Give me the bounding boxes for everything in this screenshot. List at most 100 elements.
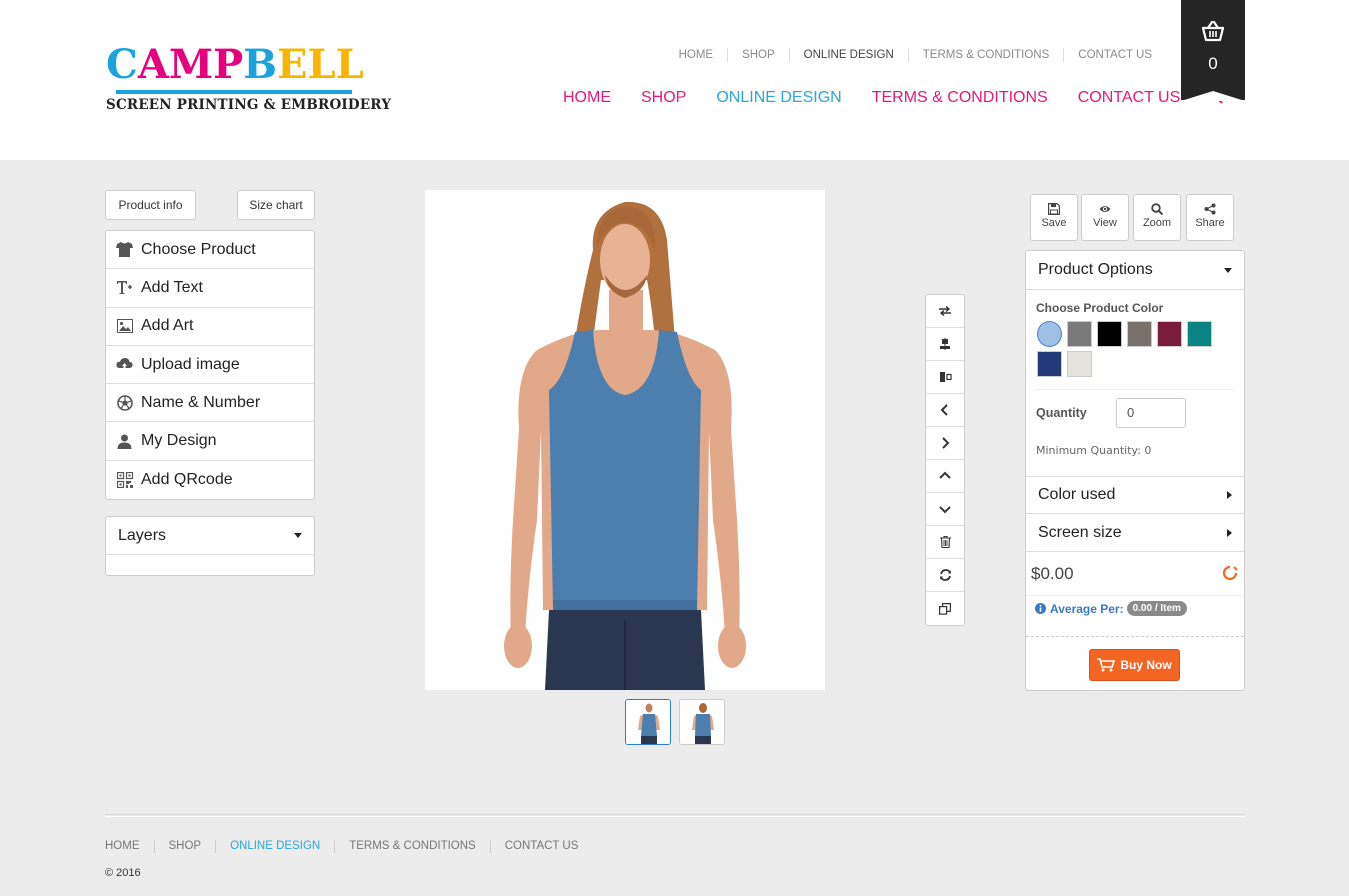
menu-add-qrcode[interactable]: Add QRcode [106,461,314,499]
price-total: $0.00 [1031,564,1074,583]
quantity-input[interactable]: 0 [1116,398,1186,428]
logo-tagline: SCREEN PRINTING & EMBROIDERY [106,97,392,113]
product-model-image [504,201,746,690]
layers-header[interactable]: Layers [106,517,314,555]
menu-add-text[interactable]: Add Text [106,269,314,308]
caret-right-icon [1227,528,1232,537]
color-used-row[interactable]: Color used [1026,476,1244,514]
share-button[interactable]: Share [1186,194,1234,241]
menu-choose-product[interactable]: Choose Product [106,231,314,270]
save-icon [1048,203,1060,215]
swatch-color-4[interactable] [1127,321,1152,347]
divider [1026,595,1244,596]
tshirt-icon [116,241,133,258]
cloud-upload-icon [116,356,133,373]
quantity-label: Quantity [1036,406,1087,420]
swatch-color-8[interactable] [1067,351,1092,377]
color-swatches [1037,321,1227,377]
image-icon [116,318,133,335]
zoom-icon [1151,203,1163,215]
menu-add-art[interactable]: Add Art [106,308,314,346]
menu-name-number[interactable]: Name & Number [106,384,314,423]
chevron-left-icon[interactable] [926,394,964,427]
caret-down-icon [1224,267,1232,273]
campbell-logo[interactable]: CAMPBELL SCREEN PRINTING & EMBROIDERY [106,42,391,117]
flip-icon[interactable] [926,295,964,328]
screen-size-row[interactable]: Screen size [1026,514,1244,552]
mainnav-terms[interactable]: TERMS & CONDITIONS [872,88,1048,108]
logo-wordmark: CAMPBELL [106,41,364,88]
dashed-divider [1026,636,1244,637]
footer-home[interactable]: HOME [105,840,155,853]
cart-icon [1097,658,1116,672]
zoom-button[interactable]: Zoom [1133,194,1181,241]
footer-online-design[interactable]: ONLINE DESIGN [216,840,336,853]
loading-spinner-icon [1222,565,1238,581]
size-chart-button[interactable]: Size chart [237,190,315,220]
caret-right-icon [1227,491,1232,499]
refresh-icon[interactable] [926,559,964,592]
main-nav: HOME SHOP ONLINE DESIGN TERMS & CONDITIO… [563,88,1224,108]
topnav-contact[interactable]: CONTACT US [1064,48,1152,62]
swatch-color-1[interactable] [1037,321,1062,347]
back-view-thumbnail [680,700,724,744]
logo-underline [116,90,352,94]
swatch-color-6[interactable] [1187,321,1212,347]
copyright: © 2016 [105,867,141,879]
product-info-button[interactable]: Product info [105,190,196,220]
share-icon [1204,203,1216,215]
divider [1036,389,1234,390]
chevron-up-icon[interactable] [926,460,964,493]
swatch-color-2[interactable] [1067,321,1092,347]
align-middle-icon[interactable] [926,361,964,394]
design-canvas[interactable] [425,190,825,690]
save-button[interactable]: Save [1030,194,1078,241]
topnav-home[interactable]: HOME [665,48,729,62]
layers-panel: Layers [105,516,315,576]
chevron-down-icon[interactable] [926,493,964,526]
align-center-icon[interactable] [926,328,964,361]
product-options-header[interactable]: Product Options [1026,251,1244,290]
mainnav-online-design[interactable]: ONLINE DESIGN [716,88,841,108]
topnav-terms[interactable]: TERMS & CONDITIONS [909,48,1065,62]
footer-shop[interactable]: SHOP [155,840,217,853]
footer-contact[interactable]: CONTACT US [491,840,593,853]
mainnav-contact[interactable]: CONTACT US [1078,88,1181,108]
footer-divider [105,814,1245,817]
cart-button[interactable]: 0 [1181,0,1245,101]
trash-icon[interactable] [926,526,964,559]
text-icon [116,279,133,296]
topnav-online-design[interactable]: ONLINE DESIGN [790,48,909,62]
mainnav-home[interactable]: HOME [563,88,611,108]
view-button[interactable]: View [1081,194,1129,241]
top-utility-nav: HOME SHOP ONLINE DESIGN TERMS & CONDITIO… [665,48,1152,62]
site-header: CAMPBELL SCREEN PRINTING & EMBROIDERY HO… [0,0,1349,160]
ball-icon [116,394,133,411]
swatch-color-7[interactable] [1037,351,1062,377]
footer-nav: HOME SHOP ONLINE DESIGN TERMS & CONDITIO… [105,840,592,853]
average-value-badge: 0.00 / Item [1126,601,1187,616]
front-view-thumbnail [626,700,670,744]
basket-icon [1201,20,1225,42]
thumbnail-front[interactable] [625,699,671,745]
mainnav-shop[interactable]: SHOP [641,88,686,108]
menu-my-design[interactable]: My Design [106,422,314,461]
chevron-right-icon[interactable] [926,427,964,460]
thumbnail-back[interactable] [679,699,725,745]
average-per: Average Per: 0.00 / Item [1035,601,1187,616]
buy-now-button[interactable]: Buy Now [1089,649,1180,681]
topnav-shop[interactable]: SHOP [728,48,790,62]
color-label: Choose Product Color [1036,301,1164,315]
eye-icon [1099,206,1111,212]
design-tools-menu: Choose Product Add Text Add Art Upload i… [105,230,315,501]
swatch-color-3[interactable] [1097,321,1122,347]
swatch-color-5[interactable] [1157,321,1182,347]
menu-upload-image[interactable]: Upload image [106,346,314,385]
object-toolbar [925,294,965,626]
info-icon [1035,603,1046,614]
minimum-quantity: Minimum Quantity: 0 [1036,444,1152,457]
caret-down-icon [294,533,302,538]
product-options-panel: Product Options Choose Product Color Qua… [1025,250,1245,691]
footer-terms[interactable]: TERMS & CONDITIONS [335,840,491,853]
copy-icon[interactable] [926,592,964,625]
